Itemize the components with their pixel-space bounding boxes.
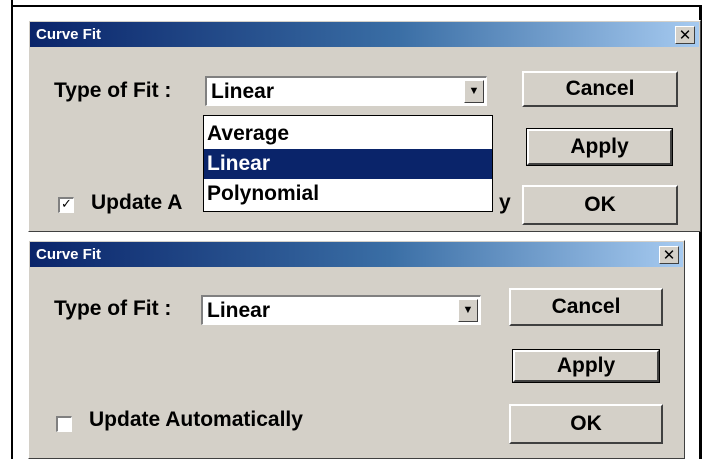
cancel-button[interactable]: Cancel xyxy=(522,71,678,107)
cancel-button-label: Cancel xyxy=(565,77,635,100)
window-title: Curve Fit xyxy=(36,246,102,263)
combo-dropdown-button[interactable]: ▼ xyxy=(464,80,484,103)
apply-button-label: Apply xyxy=(570,135,629,158)
frame-left-border xyxy=(11,0,13,459)
combo-selected-value: Linear xyxy=(211,80,275,103)
curve-fit-dialog-collapsed: Curve Fit ✕ Type of Fit : Linear ▼ Updat… xyxy=(28,240,685,459)
ok-button-label: OK xyxy=(584,193,616,216)
dropdown-option-linear[interactable]: Linear xyxy=(204,149,492,179)
update-automatically-checkbox[interactable]: ✓ xyxy=(58,197,74,213)
update-automatically-label[interactable]: Update A xyxy=(91,191,182,215)
frame-top-border xyxy=(11,5,702,7)
close-button[interactable]: ✕ xyxy=(659,246,679,264)
type-of-fit-dropdown-list: Average Linear Polynomial xyxy=(203,115,493,212)
ok-button[interactable]: OK xyxy=(509,404,663,444)
apply-button[interactable]: Apply xyxy=(512,349,660,383)
cancel-button[interactable]: Cancel xyxy=(509,288,663,326)
close-icon: ✕ xyxy=(678,26,692,44)
ok-button[interactable]: OK xyxy=(522,185,678,225)
checkmark-icon: ✓ xyxy=(61,197,72,212)
type-of-fit-combobox[interactable]: Linear ▼ xyxy=(205,76,487,106)
dropdown-option-average[interactable]: Average xyxy=(204,119,492,149)
update-automatically-label[interactable]: Update Automatically xyxy=(89,408,303,432)
title-bar[interactable]: Curve Fit ✕ xyxy=(30,242,683,267)
chevron-down-icon: ▼ xyxy=(468,85,480,97)
curve-fit-dialog-expanded: Curve Fit ✕ Type of Fit : Linear ▼ ✓ Upd… xyxy=(28,20,701,232)
combo-selected-value: Linear xyxy=(207,299,271,322)
close-icon: ✕ xyxy=(662,246,676,264)
apply-button[interactable]: Apply xyxy=(526,128,673,166)
update-automatically-label-tail: y xyxy=(499,191,511,214)
apply-button-label: Apply xyxy=(556,354,616,377)
update-automatically-checkbox[interactable] xyxy=(56,416,72,432)
cancel-button-label: Cancel xyxy=(551,295,621,318)
combo-dropdown-button[interactable]: ▼ xyxy=(458,299,478,322)
dropdown-option-polynomial[interactable]: Polynomial xyxy=(204,179,492,209)
type-of-fit-label: Type of Fit : xyxy=(54,79,172,102)
window-title: Curve Fit xyxy=(36,26,102,43)
title-bar[interactable]: Curve Fit ✕ xyxy=(30,22,699,47)
ok-button-label: OK xyxy=(570,412,602,435)
close-button[interactable]: ✕ xyxy=(675,26,695,44)
type-of-fit-combobox[interactable]: Linear ▼ xyxy=(201,295,481,325)
chevron-down-icon: ▼ xyxy=(462,304,474,316)
type-of-fit-label: Type of Fit : xyxy=(54,297,172,320)
